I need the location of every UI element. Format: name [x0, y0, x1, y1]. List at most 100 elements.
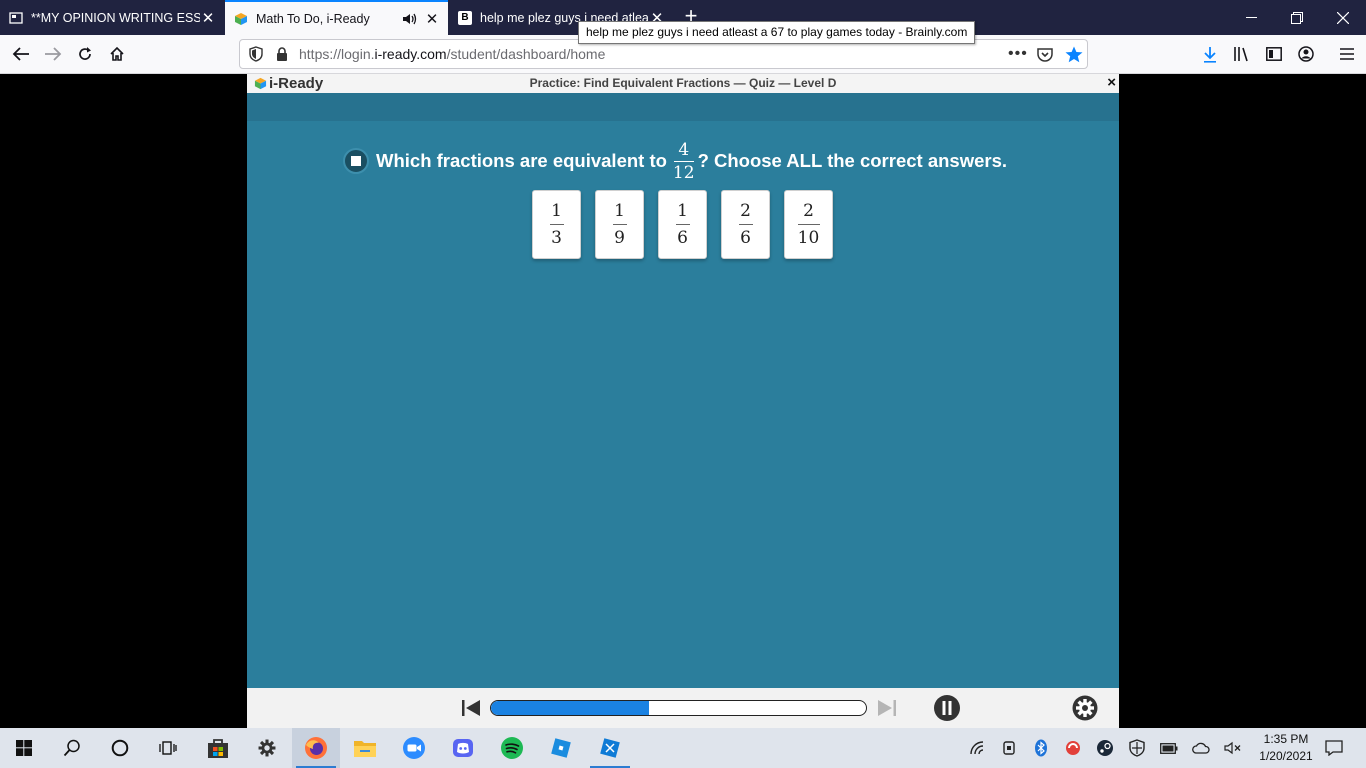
start-button[interactable]	[0, 728, 48, 768]
shield-icon[interactable]	[249, 46, 263, 62]
tab-title: **MY OPINION WRITING ESSAY	[31, 10, 200, 25]
bookmark-star-icon[interactable]	[1065, 46, 1083, 63]
tab-iready[interactable]: Math To Do, i-Ready ✕	[225, 0, 448, 35]
brainly-icon: B	[458, 10, 472, 25]
sidebar-icon	[1266, 47, 1282, 61]
discord-icon	[453, 739, 473, 757]
restore-icon	[1291, 11, 1303, 24]
pause-icon	[934, 695, 960, 721]
pocket-icon[interactable]	[1037, 47, 1053, 62]
back-button[interactable]	[5, 39, 37, 69]
store-app[interactable]	[194, 728, 242, 768]
battery-tray[interactable]	[1153, 728, 1185, 768]
minimize-icon	[1245, 16, 1257, 18]
cortana-circle-icon	[111, 739, 129, 757]
wifi-icon	[970, 741, 984, 755]
read-aloud-button[interactable]	[343, 148, 369, 174]
volume-tray[interactable]	[1217, 728, 1249, 768]
tab-close-icon[interactable]: ✕	[424, 10, 440, 28]
home-button[interactable]	[102, 39, 132, 69]
spotify-icon	[501, 737, 523, 759]
roblox-studio-icon	[600, 738, 620, 758]
reload-icon	[79, 47, 91, 60]
cortana-button[interactable]	[96, 728, 144, 768]
settings-button[interactable]	[1072, 695, 1098, 721]
sidebar-button[interactable]	[1259, 39, 1289, 69]
answer-choice-1-6[interactable]: 1 6	[658, 190, 707, 259]
previous-button[interactable]	[459, 696, 483, 720]
settings-app[interactable]	[243, 728, 291, 768]
tab-tooltip: help me plez guys i need atleast a 67 to…	[578, 21, 976, 44]
library-icon	[1234, 47, 1248, 62]
file-explorer-app[interactable]	[341, 728, 389, 768]
forward-button[interactable]	[38, 39, 68, 69]
notifications-button[interactable]	[1318, 728, 1350, 768]
store-bag-icon	[208, 739, 228, 758]
answer-choices: 1 3 1 9 1 6 2 6 2 10	[532, 190, 847, 259]
menu-button[interactable]	[1332, 39, 1362, 69]
question-text-after: ? Choose ALL the correct answers.	[697, 150, 1008, 171]
minimize-button[interactable]	[1228, 0, 1274, 35]
next-button[interactable]	[875, 696, 899, 720]
roblox-app[interactable]	[537, 728, 585, 768]
speaker-icon[interactable]	[402, 12, 418, 26]
tab-close-icon[interactable]: ✕	[200, 9, 216, 27]
system-clock[interactable]: 1:35 PM 1/20/2021	[1254, 731, 1318, 765]
onedrive-tray[interactable]	[1185, 728, 1217, 768]
downloads-button[interactable]	[1195, 39, 1225, 69]
defender-shield-icon	[1129, 739, 1145, 757]
roblox-icon	[551, 738, 571, 758]
search-button[interactable]	[48, 728, 96, 768]
usb-device-icon	[1003, 741, 1015, 755]
choice-numerator: 2	[803, 201, 814, 221]
spotify-app[interactable]	[488, 728, 536, 768]
network-tray[interactable]	[962, 728, 994, 768]
task-view-button[interactable]	[144, 728, 192, 768]
search-icon	[63, 739, 80, 757]
windows-logo-icon	[16, 740, 32, 756]
steam-tray[interactable]	[1089, 728, 1121, 768]
fraction-bar	[673, 160, 694, 162]
clock-date: 1/20/2021	[1259, 749, 1313, 763]
zoom-app[interactable]	[390, 728, 438, 768]
discord-app[interactable]	[439, 728, 487, 768]
back-arrow-icon	[12, 47, 29, 61]
restore-button[interactable]	[1274, 0, 1320, 35]
close-window-button[interactable]	[1320, 0, 1366, 35]
download-icon	[1204, 46, 1216, 63]
choice-denominator: 3	[551, 228, 562, 248]
lock-icon[interactable]	[276, 46, 288, 62]
security-tray[interactable]	[1121, 728, 1153, 768]
clock-time: 1:35 PM	[1263, 732, 1309, 746]
lesson-title: Practice: Find Equivalent Fractions — Qu…	[529, 76, 837, 90]
account-button[interactable]	[1291, 39, 1321, 69]
answer-choice-1-9[interactable]: 1 9	[595, 190, 644, 259]
roblox-studio-app[interactable]	[586, 728, 634, 768]
close-lesson-button[interactable]: ×	[1107, 74, 1116, 92]
tab-title: Math To Do, i-Ready	[256, 11, 370, 26]
answer-choice-2-10[interactable]: 2 10	[784, 190, 833, 259]
url-text[interactable]: https://login.i-ready.com/student/dashbo…	[299, 46, 605, 62]
question-prompt: Which fractions are equivalent to 4 12 ?…	[343, 137, 1007, 185]
bluetooth-tray[interactable]	[1025, 728, 1057, 768]
library-button[interactable]	[1227, 39, 1257, 69]
battery-icon	[1160, 742, 1178, 754]
reload-button[interactable]	[70, 39, 100, 69]
url-path: /student/dashboard/home	[446, 46, 606, 62]
close-icon	[1337, 11, 1349, 24]
progress-fill	[491, 701, 649, 715]
tab-opinion-essay[interactable]: **MY OPINION WRITING ESSAY ✕	[0, 0, 224, 35]
forward-arrow-icon	[45, 47, 62, 61]
firefox-app[interactable]	[292, 728, 340, 768]
device-tray[interactable]	[993, 728, 1025, 768]
player-controls	[247, 688, 1119, 728]
page-actions-icon[interactable]: •••	[1008, 45, 1028, 63]
fraction-bar	[738, 224, 753, 225]
answer-choice-1-3[interactable]: 1 3	[532, 190, 581, 259]
zoom-camera-icon	[403, 737, 425, 759]
pause-button[interactable]	[933, 694, 961, 722]
answer-choice-2-6[interactable]: 2 6	[721, 190, 770, 259]
lesson-header: i-Ready Practice: Find Equivalent Fracti…	[247, 74, 1119, 93]
app-tray-1[interactable]	[1057, 728, 1089, 768]
fraction-bar	[612, 224, 627, 225]
